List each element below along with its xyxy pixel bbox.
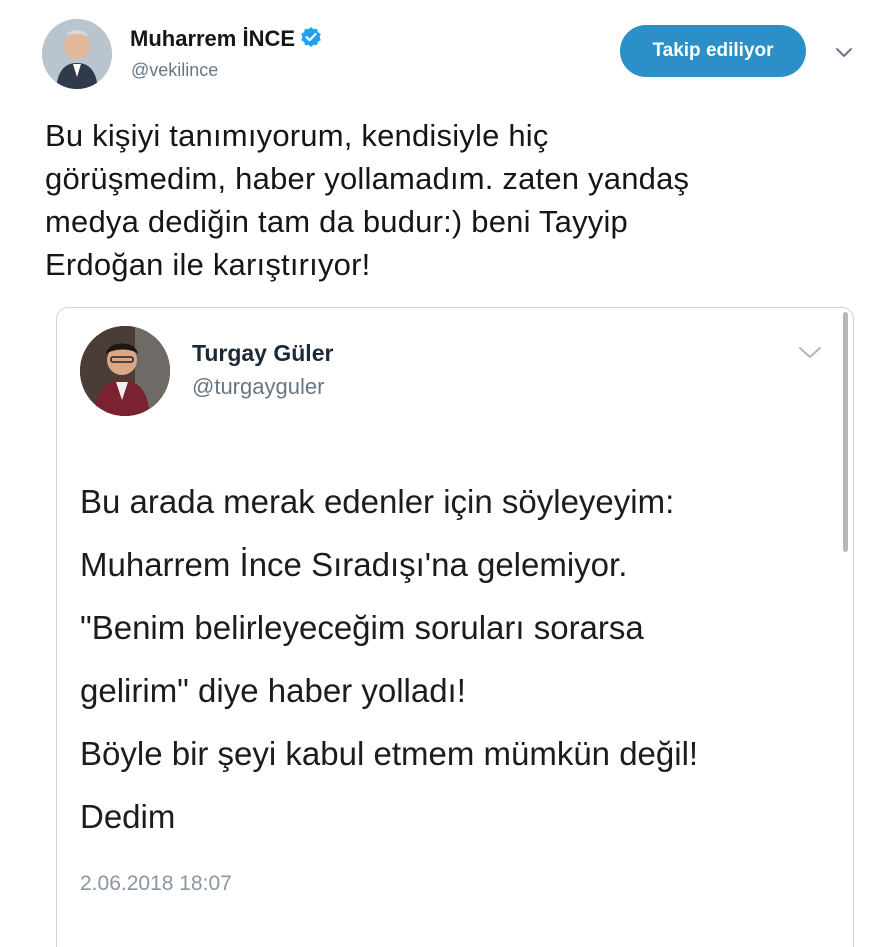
author-display-name[interactable]: Muharrem İNCE (130, 26, 322, 54)
author-avatar[interactable] (42, 19, 112, 89)
quoted-text-line: "Benim belirleyeceğim soruları sorarsa (80, 609, 644, 646)
tweet-text-line: Erdoğan ile karıştırıyor! (45, 247, 371, 282)
chevron-down-icon[interactable] (835, 46, 853, 64)
quoted-tweet-text: Bu arada merak edenler için söyleyeyim: … (80, 470, 840, 848)
quoted-text-line: gelirim" diye haber yolladı! (80, 672, 466, 709)
quoted-author-avatar[interactable] (80, 326, 170, 416)
quoted-text-line: Dedim (80, 798, 176, 835)
tweet-text-line: görüşmedim, haber yollamadım. zaten yand… (45, 161, 690, 196)
quoted-tweet-timestamp[interactable]: 2.06.2018 18:07 (80, 872, 232, 896)
verified-badge-icon (300, 26, 322, 54)
following-button[interactable]: Takip ediliyor (620, 25, 806, 77)
quoted-text-line: Bu arada merak edenler için söyleyeyim: (80, 483, 675, 520)
quoted-text-line: Muharrem İnce Sıradışı'na gelemiyor. (80, 546, 628, 583)
author-handle[interactable]: @vekilince (131, 60, 218, 81)
tweet-text-line: Bu kişiyi tanımıyorum, kendisiyle hiç (45, 118, 549, 153)
tweet-text: Bu kişiyi tanımıyorum, kendisiyle hiç gö… (45, 114, 845, 286)
quoted-text-line: Böyle bir şeyi kabul etmem mümkün değil! (80, 735, 699, 772)
quoted-author-name[interactable]: Turgay Güler (192, 340, 333, 367)
quoted-author-avatar-image (80, 326, 170, 416)
quoted-author-handle[interactable]: @turgayguler (192, 374, 324, 400)
author-name-text: Muharrem İNCE (130, 26, 296, 51)
scrollbar[interactable] (843, 312, 848, 552)
tweet-text-line: medya dediğin tam da budur:) beni Tayyip (45, 204, 628, 239)
chevron-down-icon[interactable] (798, 346, 822, 365)
author-avatar-image (42, 19, 112, 89)
